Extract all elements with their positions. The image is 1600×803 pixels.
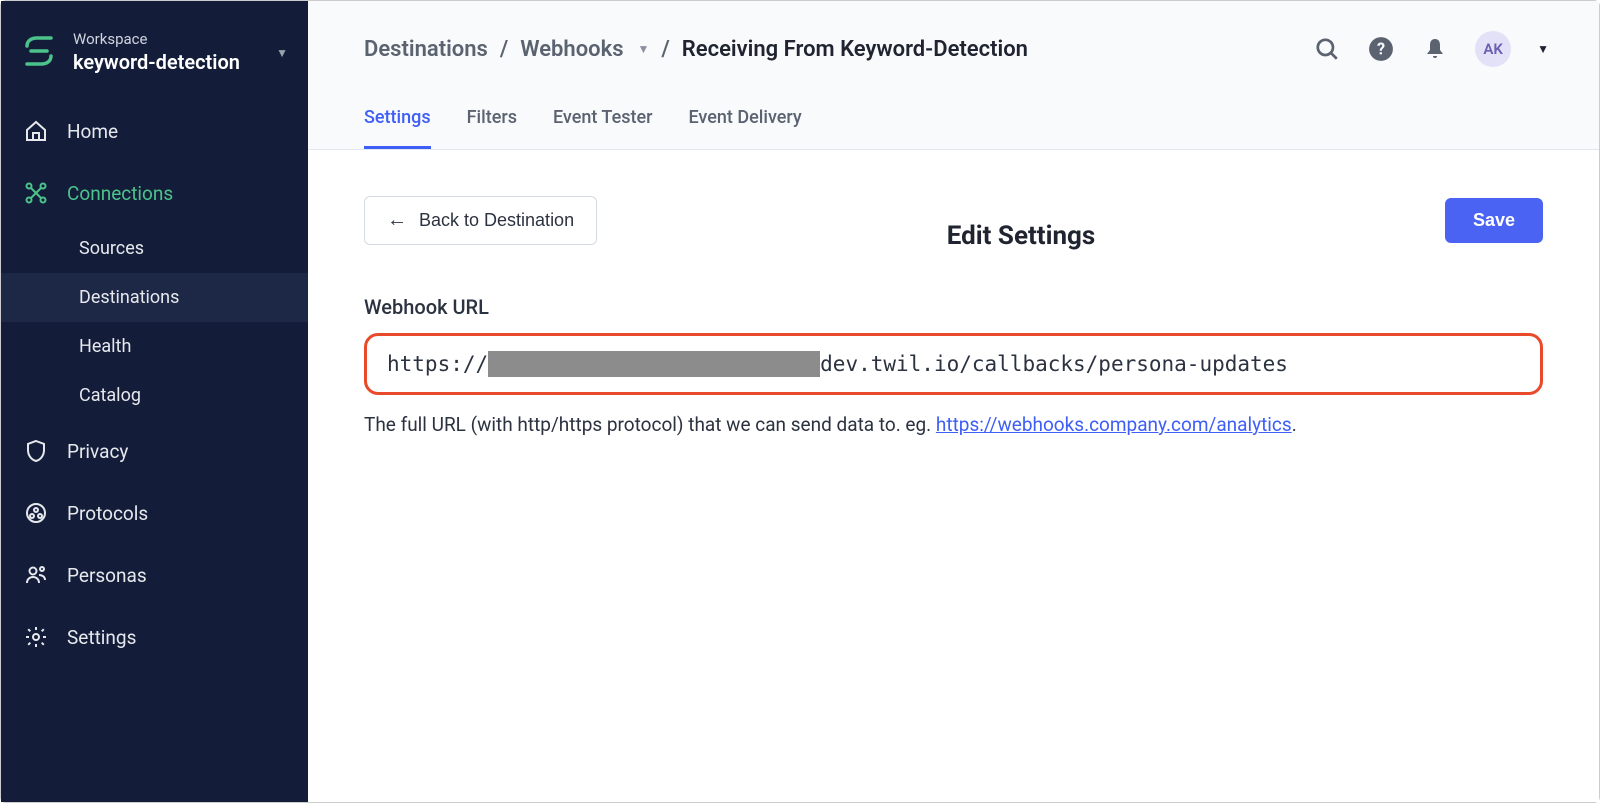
tab-event-delivery[interactable]: Event Delivery [688, 107, 801, 149]
sidebar-item-label: Privacy [67, 440, 128, 463]
sidebar-sub-catalog[interactable]: Catalog [1, 371, 308, 420]
sidebar-sub-health[interactable]: Health [1, 322, 308, 371]
bell-icon[interactable] [1421, 35, 1449, 63]
sidebar-item-home[interactable]: Home [1, 100, 308, 162]
url-suffix: dev.twil.io/callbacks/persona-updates [820, 352, 1288, 376]
search-icon[interactable] [1313, 35, 1341, 63]
helper-example-link[interactable]: https://webhooks.company.com/analytics [936, 413, 1292, 436]
redacted-segment [488, 351, 820, 377]
workspace-label: Workspace [73, 29, 254, 49]
help-icon[interactable]: ? [1367, 35, 1395, 63]
connections-icon [23, 180, 49, 206]
sidebar-item-settings[interactable]: Settings [1, 606, 308, 668]
shield-icon [23, 438, 49, 464]
webhook-url-field: Webhook URL https:// dev.twil.io/callback… [364, 295, 1543, 436]
webhook-url-input[interactable]: https:// dev.twil.io/callbacks/persona-up… [364, 333, 1543, 395]
caret-down-icon[interactable]: ▼ [1537, 42, 1549, 56]
sidebar-item-personas[interactable]: Personas [1, 544, 308, 606]
back-button[interactable]: ← Back to Destination [364, 196, 597, 245]
back-button-label: Back to Destination [419, 210, 574, 231]
field-helper: The full URL (with http/https protocol) … [364, 413, 1543, 436]
sidebar-item-privacy[interactable]: Privacy [1, 420, 308, 482]
url-prefix: https:// [387, 352, 488, 376]
save-button[interactable]: Save [1445, 198, 1543, 243]
sidebar-item-label: Protocols [67, 502, 148, 525]
svg-text:?: ? [1377, 39, 1385, 58]
breadcrumb-sep: / [500, 37, 508, 62]
tabs: Settings Filters Event Tester Event Deli… [364, 107, 1549, 149]
topbar: Destinations / Webhooks ▼ / Receiving Fr… [308, 1, 1599, 150]
tab-event-tester[interactable]: Event Tester [553, 107, 653, 149]
breadcrumb-sep: / [661, 37, 669, 62]
home-icon [23, 118, 49, 144]
breadcrumb-root[interactable]: Destinations [364, 37, 488, 62]
gear-icon [23, 624, 49, 650]
sidebar-sub-sources[interactable]: Sources [1, 224, 308, 273]
breadcrumb-current: Receiving From Keyword-Detection [682, 37, 1028, 62]
breadcrumb-mid[interactable]: Webhooks [520, 37, 623, 62]
settings-panel: ← Back to Destination Edit Settings Save… [308, 150, 1599, 802]
sidebar-sub-destinations[interactable]: Destinations [1, 273, 308, 322]
workspace-name: keyword-detection [73, 49, 254, 76]
sidebar-item-label: Settings [67, 626, 136, 649]
sidebar-item-label: Home [67, 120, 118, 143]
field-label: Webhook URL [364, 295, 1543, 319]
tab-filters[interactable]: Filters [467, 107, 517, 149]
brand-logo-icon [21, 33, 57, 73]
breadcrumb: Destinations / Webhooks ▼ / Receiving Fr… [364, 37, 1028, 62]
main-content: Destinations / Webhooks ▼ / Receiving Fr… [308, 1, 1599, 802]
user-avatar[interactable]: AK [1475, 31, 1511, 67]
arrow-left-icon: ← [387, 209, 407, 232]
protocols-icon [23, 500, 49, 526]
workspace-switcher[interactable]: Workspace keyword-detection ▼ [1, 19, 308, 100]
caret-down-icon[interactable]: ▼ [638, 42, 650, 56]
sidebar: Workspace keyword-detection ▼ Home [1, 1, 308, 802]
sidebar-item-connections[interactable]: Connections [1, 162, 308, 224]
tab-settings[interactable]: Settings [364, 107, 431, 149]
page-title: Edit Settings [947, 221, 1095, 251]
sidebar-item-protocols[interactable]: Protocols [1, 482, 308, 544]
personas-icon [23, 562, 49, 588]
sidebar-item-label: Personas [67, 564, 147, 587]
sidebar-item-label: Connections [67, 182, 173, 205]
caret-down-icon: ▼ [276, 46, 288, 60]
